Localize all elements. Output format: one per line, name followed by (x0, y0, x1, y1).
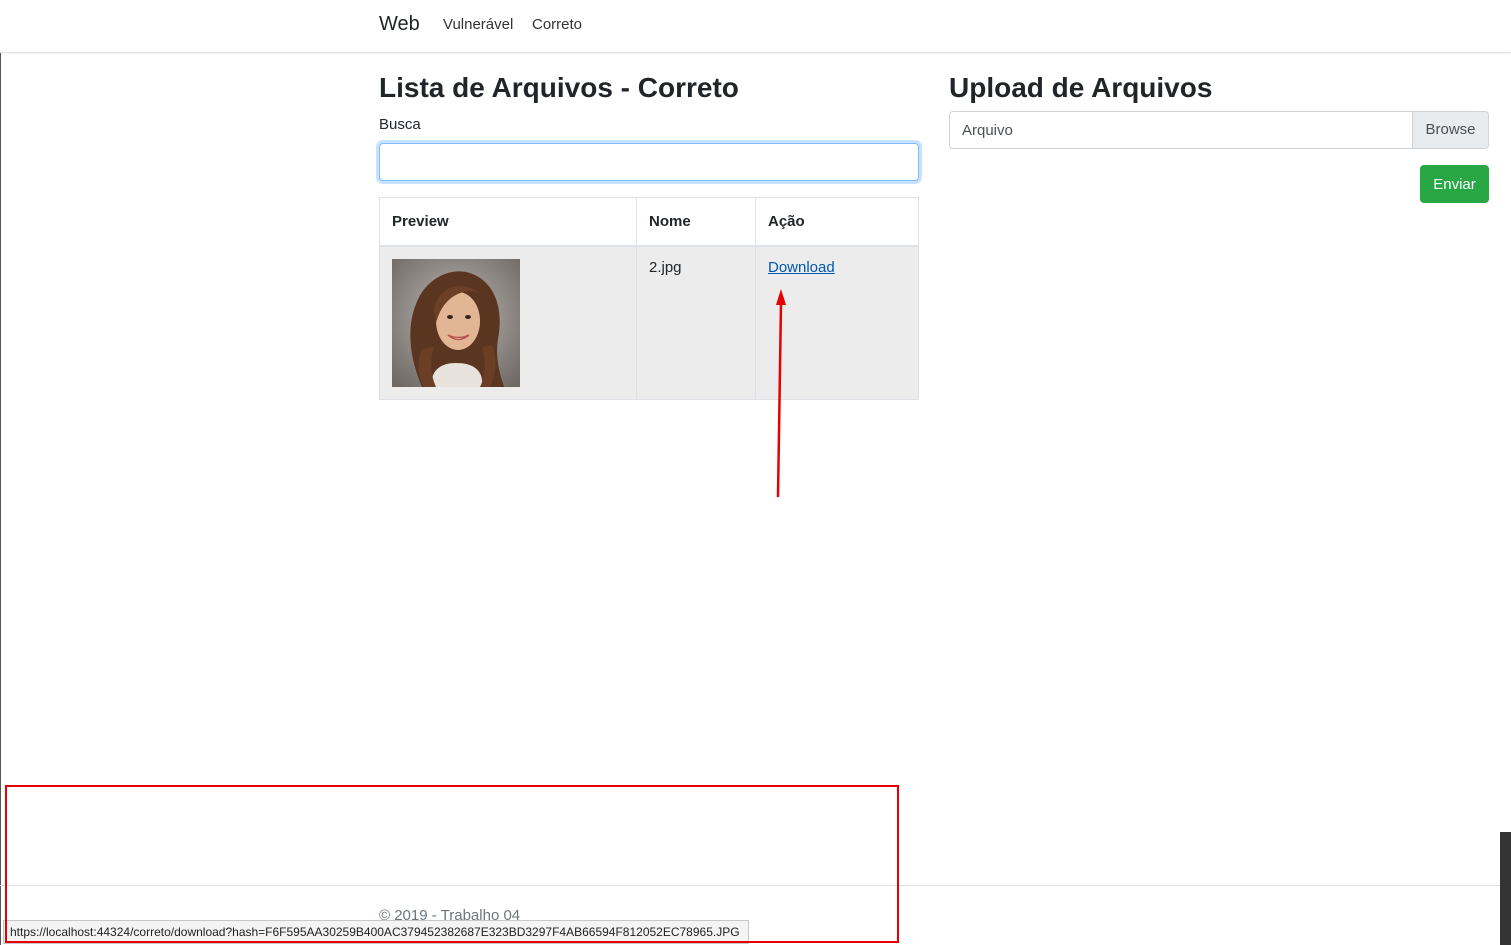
search-input[interactable] (379, 143, 919, 181)
browse-button[interactable]: Browse (1412, 112, 1488, 148)
file-name-cell: 2.jpg (636, 245, 756, 400)
window-left-edge (0, 0, 1, 945)
table-header-row: Preview Nome Ação (379, 197, 919, 247)
browser-status-bar: https://localhost:44324/correto/download… (3, 920, 749, 944)
download-link[interactable]: Download (768, 259, 835, 276)
preview-cell (379, 245, 637, 400)
header-preview: Preview (379, 197, 637, 247)
search-label: Busca (379, 116, 421, 133)
files-table: Preview Nome Ação 2.jpg Download (379, 197, 919, 400)
header-acao: Ação (755, 197, 919, 247)
action-cell: Download (755, 245, 919, 400)
top-navbar: Web Vulnerável Correto (0, 0, 1511, 53)
preview-thumbnail-image (392, 259, 520, 387)
brand-link[interactable]: Web (379, 13, 420, 36)
file-input[interactable]: Arquivo Browse (949, 111, 1489, 149)
table-row: 2.jpg Download (379, 245, 919, 400)
nav-link-correto[interactable]: Correto (532, 16, 582, 33)
scrollbar-thumb[interactable] (1500, 832, 1511, 945)
file-input-placeholder: Arquivo (962, 122, 1013, 139)
header-nome: Nome (636, 197, 756, 247)
footer-divider (0, 885, 1511, 886)
upload-title: Upload de Arquivos (949, 72, 1213, 103)
nav-link-vulneravel[interactable]: Vulnerável (443, 16, 513, 33)
submit-button[interactable]: Enviar (1420, 165, 1489, 203)
file-list-title: Lista de Arquivos - Correto (379, 72, 739, 103)
